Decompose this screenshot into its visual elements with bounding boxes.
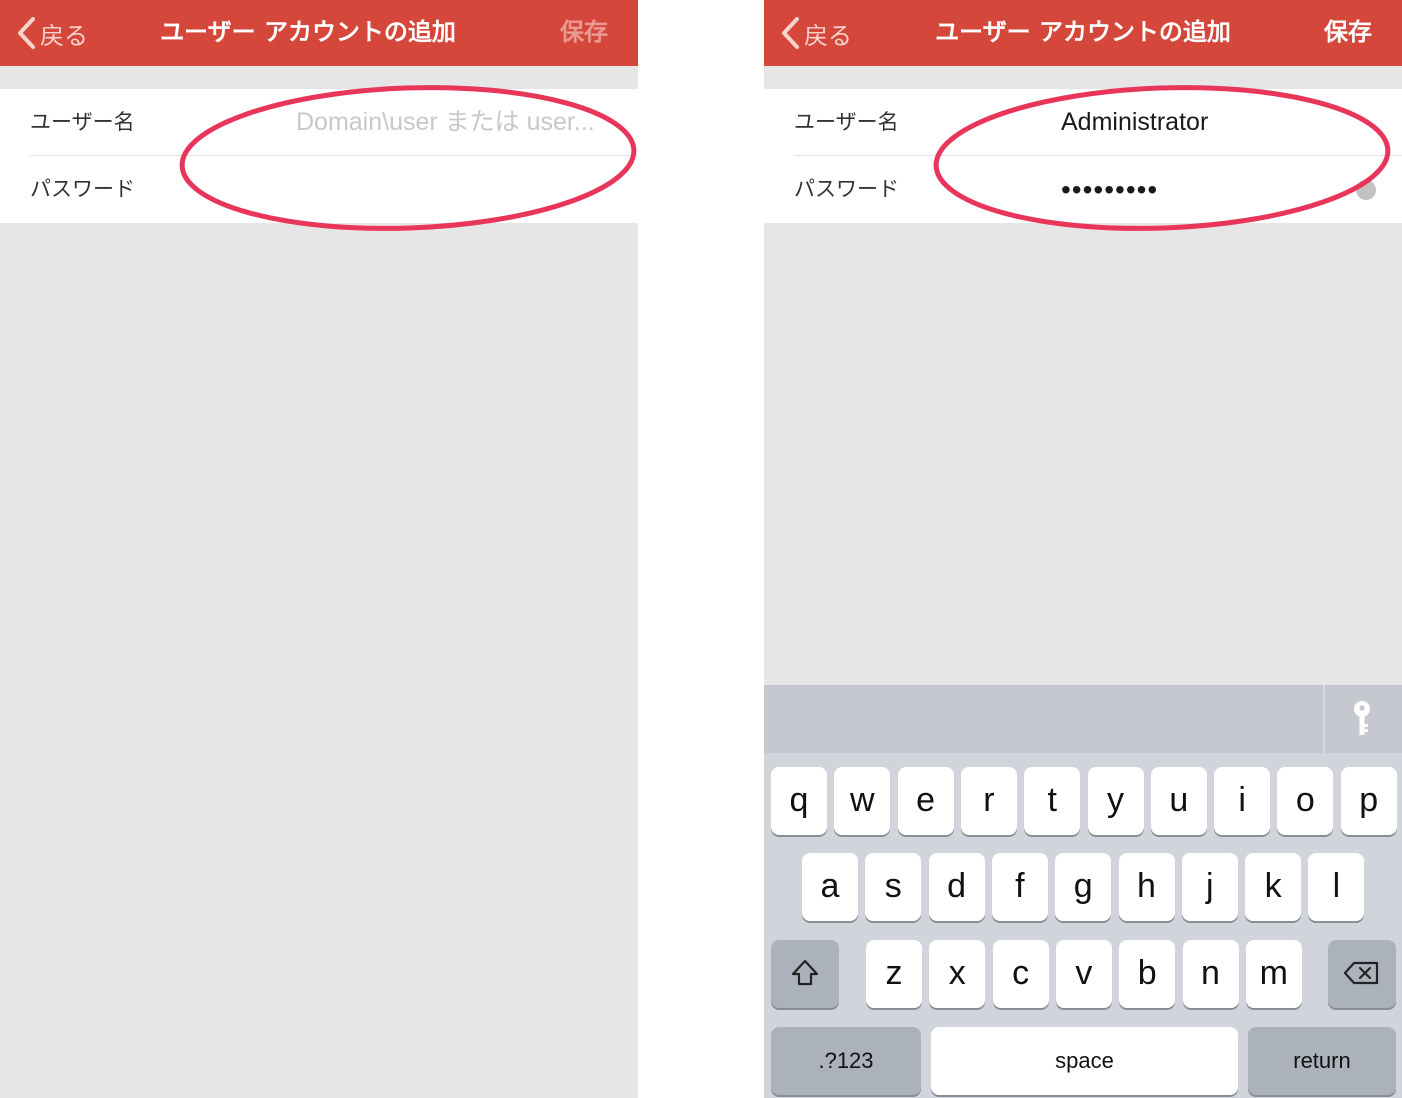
key-r[interactable]: r <box>960 767 1017 835</box>
backspace-key[interactable] <box>1328 940 1396 1008</box>
key-k[interactable]: k <box>1245 853 1302 921</box>
space-key[interactable]: space <box>931 1027 1238 1095</box>
save-button[interactable]: 保存 <box>1324 0 1372 66</box>
nav-bar: 戻る ユーザー アカウントの追加 保存 <box>764 0 1402 66</box>
key-d[interactable]: d <box>928 853 985 921</box>
back-button[interactable]: 戻る <box>16 13 88 53</box>
key-icon[interactable] <box>1349 699 1375 743</box>
accessory-divider <box>1323 685 1325 753</box>
key-v[interactable]: v <box>1055 940 1112 1008</box>
keyboard: q w e r t y u i o p a s d f g h j k l z x c v b n m .?123 space retu… <box>764 685 1402 1098</box>
username-label: ユーザー名 <box>794 110 899 134</box>
key-j[interactable]: j <box>1181 853 1238 921</box>
key-f[interactable]: f <box>991 853 1048 921</box>
numbers-key[interactable]: .?123 <box>771 1027 921 1095</box>
page-title: ユーザー アカウントの追加 <box>935 18 1231 46</box>
keyboard-accessory-bar <box>764 685 1402 753</box>
username-row: ユーザー名 Administrator <box>764 89 1402 156</box>
password-input[interactable] <box>296 156 628 223</box>
password-row: パスワード <box>0 156 638 223</box>
account-form: ユーザー名 Domain\user または user... パスワード <box>0 89 638 223</box>
username-row: ユーザー名 Domain\user または user... <box>0 89 638 156</box>
back-label: 戻る <box>804 21 852 50</box>
password-row: パスワード ••••••••• <box>764 156 1402 223</box>
key-b[interactable]: b <box>1119 940 1176 1008</box>
password-label: パスワード <box>30 177 135 201</box>
key-l[interactable]: l <box>1308 853 1365 921</box>
username-input[interactable]: Domain\user または user... <box>296 89 628 156</box>
key-x[interactable]: x <box>929 940 986 1008</box>
key-h[interactable]: h <box>1118 853 1175 921</box>
key-o[interactable]: o <box>1277 767 1334 835</box>
key-u[interactable]: u <box>1150 767 1207 835</box>
key-n[interactable]: n <box>1182 940 1239 1008</box>
key-q[interactable]: q <box>771 767 827 835</box>
clear-icon[interactable] <box>1356 180 1376 200</box>
right-screen: 戻る ユーザー アカウントの追加 保存 ユーザー名 Administrator … <box>764 0 1402 1098</box>
key-s[interactable]: s <box>865 853 922 921</box>
key-i[interactable]: i <box>1214 767 1271 835</box>
nav-bar: 戻る ユーザー アカウントの追加 保存 <box>0 0 638 66</box>
username-input[interactable]: Administrator <box>1061 89 1392 156</box>
key-z[interactable]: z <box>866 940 922 1008</box>
key-y[interactable]: y <box>1087 767 1144 835</box>
key-p[interactable]: p <box>1340 767 1397 835</box>
password-input[interactable]: ••••••••• <box>1061 156 1342 223</box>
back-label: 戻る <box>40 21 88 50</box>
key-c[interactable]: c <box>992 940 1049 1008</box>
return-key[interactable]: return <box>1248 1027 1396 1095</box>
shift-key[interactable] <box>771 940 839 1008</box>
page-title: ユーザー アカウントの追加 <box>160 18 456 46</box>
save-button[interactable]: 保存 <box>560 0 608 66</box>
key-g[interactable]: g <box>1055 853 1112 921</box>
key-e[interactable]: e <box>897 767 954 835</box>
password-label: パスワード <box>794 177 899 201</box>
backspace-icon <box>1328 940 1396 1006</box>
shift-icon <box>771 940 839 1006</box>
key-m[interactable]: m <box>1245 940 1302 1008</box>
key-a[interactable]: a <box>802 853 858 921</box>
key-t[interactable]: t <box>1024 767 1081 835</box>
left-screen: 戻る ユーザー アカウントの追加 保存 ユーザー名 Domain\user また… <box>0 0 638 1098</box>
account-form: ユーザー名 Administrator パスワード ••••••••• <box>764 89 1402 223</box>
username-label: ユーザー名 <box>30 110 135 134</box>
chevron-left-icon <box>16 16 36 50</box>
key-w[interactable]: w <box>834 767 891 835</box>
back-button[interactable]: 戻る <box>780 13 852 53</box>
chevron-left-icon <box>780 16 800 50</box>
